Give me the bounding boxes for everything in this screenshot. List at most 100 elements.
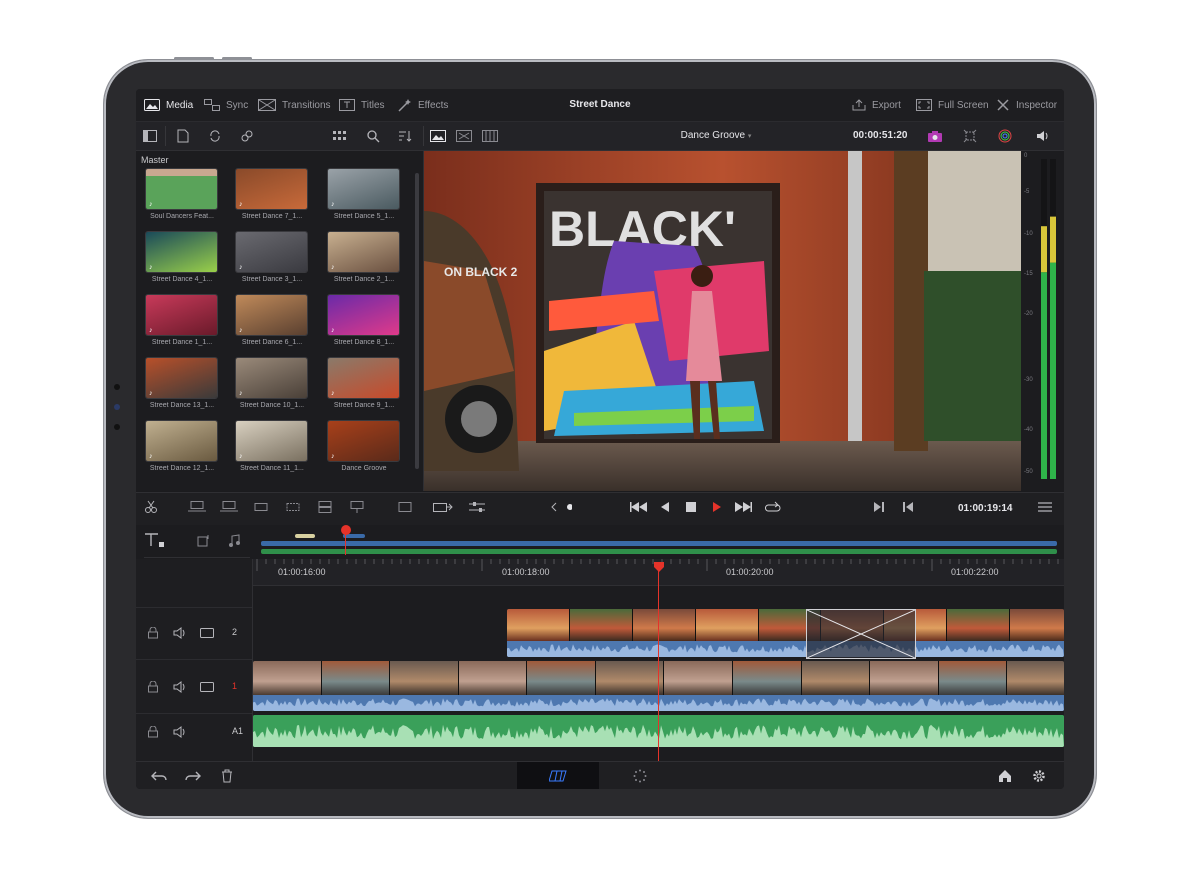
- video-visibility-button[interactable]: [200, 626, 214, 640]
- clip-thumbnail[interactable]: ♪: [146, 295, 217, 335]
- transition-marker[interactable]: [806, 609, 916, 659]
- place-on-top-button[interactable]: [314, 497, 336, 517]
- transform-button[interactable]: [959, 126, 981, 146]
- append-button[interactable]: [395, 497, 417, 517]
- source-tape-button[interactable]: [453, 126, 475, 146]
- clip-thumbnail[interactable]: ♪: [328, 358, 399, 398]
- go-to-end-button[interactable]: [732, 497, 754, 517]
- viewer-clip-name[interactable]: Dance Groove ▾: [666, 122, 766, 150]
- title-tool-icon: [145, 533, 164, 547]
- razor-button[interactable]: [140, 497, 162, 517]
- tab-label: Effects: [418, 99, 449, 111]
- redo-icon: [185, 771, 201, 781]
- clip-label: Street Dance 12_1...: [149, 465, 215, 472]
- settings-button[interactable]: [1028, 766, 1050, 786]
- clip-frame: [938, 661, 1008, 695]
- add-title-button[interactable]: [144, 531, 166, 551]
- lock-button[interactable]: [146, 626, 160, 640]
- redo-button[interactable]: [182, 766, 204, 786]
- undo-button[interactable]: [148, 766, 170, 786]
- overview-playhead[interactable]: [341, 525, 351, 535]
- play-button[interactable]: [706, 497, 728, 517]
- stop-button[interactable]: [680, 497, 702, 517]
- home-button[interactable]: [994, 766, 1016, 786]
- clip-thumbnail[interactable]: ♪: [236, 232, 307, 272]
- lock-button[interactable]: [146, 725, 160, 739]
- tab-media[interactable]: Media: [144, 89, 193, 121]
- clip-thumbnail[interactable]: ♪: [146, 358, 217, 398]
- clip-thumbnail[interactable]: ♪: [236, 358, 307, 398]
- go-to-start-button[interactable]: [628, 497, 650, 517]
- color-button[interactable]: [994, 126, 1016, 146]
- clip-thumbnail[interactable]: ♪: [328, 421, 399, 461]
- timeline-view-button[interactable]: [479, 126, 501, 146]
- track-label: 1: [232, 681, 238, 691]
- loop-button[interactable]: [762, 497, 784, 517]
- fit-to-fill-button[interactable]: [282, 497, 304, 517]
- mute-button[interactable]: [173, 680, 187, 694]
- clip-thumbnail[interactable]: ♪: [236, 421, 307, 461]
- clip-thumbnail[interactable]: ♪: [146, 232, 217, 272]
- v2-clip[interactable]: [507, 609, 1064, 657]
- grid-view-button[interactable]: [329, 126, 351, 146]
- audio-tracks-button[interactable]: [223, 531, 245, 551]
- play-reverse-button[interactable]: [654, 497, 676, 517]
- audio-badge-icon: ♪: [239, 264, 243, 271]
- toggle-bin-button[interactable]: [139, 126, 161, 146]
- sync-progress-button[interactable]: [629, 766, 651, 786]
- tab-titles[interactable]: Titles: [339, 89, 385, 121]
- inspector-button[interactable]: Inspector: [996, 89, 1057, 121]
- menu-button[interactable]: [1034, 497, 1056, 517]
- meter-right-level: [1050, 262, 1056, 479]
- video-visibility-button[interactable]: [200, 680, 214, 694]
- timeline-overview[interactable]: [253, 525, 1064, 559]
- track-header-v1: 1: [136, 659, 252, 714]
- jog-control[interactable]: [550, 497, 572, 517]
- import-icon: [177, 129, 189, 143]
- mute-button[interactable]: [173, 626, 187, 640]
- clip-thumbnail[interactable]: ♪: [328, 169, 399, 209]
- sync-clips-button[interactable]: [204, 126, 226, 146]
- tab-sync[interactable]: Sync: [204, 89, 248, 121]
- transitions-icon: [258, 99, 276, 111]
- play-icon: [713, 502, 721, 512]
- sort-button[interactable]: [394, 126, 416, 146]
- page-switcher[interactable]: [517, 762, 599, 789]
- ripple-overwrite-button[interactable]: [346, 497, 368, 517]
- meter-scale-label: -5: [1024, 189, 1030, 195]
- mute-button[interactable]: [173, 725, 187, 739]
- lock-icon: [148, 627, 158, 639]
- source-overwrite-button[interactable]: [432, 497, 454, 517]
- pool-scrollbar[interactable]: [415, 173, 419, 469]
- ripple-icon: [350, 501, 364, 513]
- playhead-handle[interactable]: [654, 559, 664, 572]
- tab-transitions[interactable]: Transitions: [258, 89, 331, 121]
- clip-thumbnail[interactable]: ♪: [328, 232, 399, 272]
- video-viewer[interactable]: BLACK' ON BLACK 2: [424, 151, 1021, 491]
- speaker-icon: [173, 726, 185, 738]
- link-button[interactable]: [236, 126, 258, 146]
- import-button[interactable]: [172, 126, 194, 146]
- full-screen-button[interactable]: Full Screen: [916, 89, 989, 121]
- mark-in-button[interactable]: [868, 497, 890, 517]
- insert-button[interactable]: [186, 497, 208, 517]
- mark-out-button[interactable]: [897, 497, 919, 517]
- clip-thumbnail[interactable]: ♪: [236, 295, 307, 335]
- source-clip-button[interactable]: [427, 126, 449, 146]
- clip-thumbnail[interactable]: ♪: [328, 295, 399, 335]
- clip-thumbnail[interactable]: ♪: [146, 421, 217, 461]
- delete-button[interactable]: [216, 766, 238, 786]
- clip-thumbnail[interactable]: ♪: [236, 169, 307, 209]
- clip-thumbnail[interactable]: ♪: [146, 169, 217, 209]
- video-tracks-button[interactable]: [193, 531, 215, 551]
- audio-button[interactable]: [1032, 126, 1054, 146]
- search-button[interactable]: [362, 126, 384, 146]
- adjustments-button[interactable]: [466, 497, 488, 517]
- replace-button[interactable]: [250, 497, 272, 517]
- overwrite-button[interactable]: [218, 497, 240, 517]
- export-button[interactable]: Export: [852, 89, 901, 121]
- lock-button[interactable]: [146, 680, 160, 694]
- camera-button[interactable]: [924, 126, 946, 146]
- tab-effects[interactable]: Effects: [398, 89, 448, 121]
- clip-frame: [527, 661, 596, 695]
